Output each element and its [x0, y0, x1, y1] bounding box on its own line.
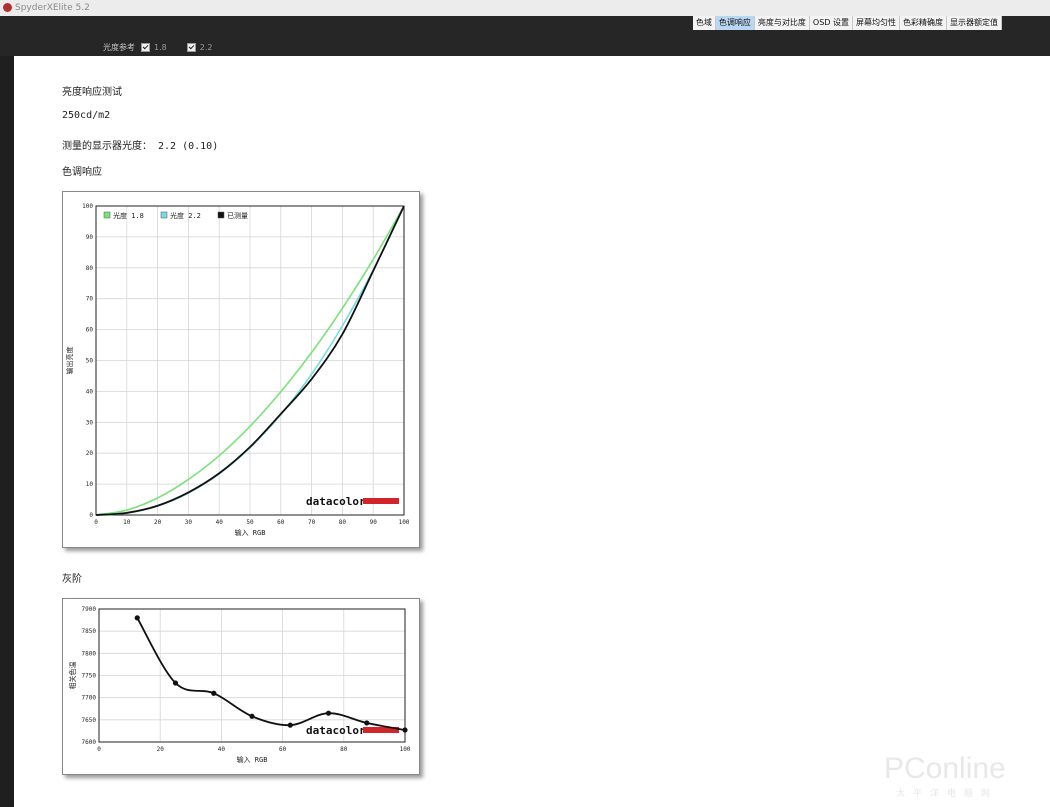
data-point	[325, 710, 332, 716]
y-tick-label: 7650	[82, 717, 97, 724]
tab-uniformity[interactable]: 屏幕均匀性	[853, 16, 900, 30]
tab-color-accuracy[interactable]: 色彩精确度	[900, 16, 947, 30]
legend-label: 光度 1.8	[113, 211, 144, 220]
grayscale-title: 灰阶	[62, 574, 82, 585]
y-tick-label: 70	[86, 296, 94, 303]
x-tick-label: 40	[218, 746, 226, 753]
datacolor-logo-bar	[363, 498, 399, 504]
gamma-2-label: 2.2	[199, 43, 213, 52]
data-point	[249, 713, 255, 719]
app-icon	[3, 3, 12, 12]
y-axis-label: 输出亮度	[65, 347, 74, 375]
y-tick-label: 0	[89, 512, 93, 519]
gamma-1-checkbox[interactable]	[141, 43, 150, 52]
luminance-value: 250cd/m2	[62, 110, 111, 121]
legend-swatch	[217, 211, 225, 219]
y-axis-label: 相关色温	[68, 662, 77, 690]
gamma-1-label: 1.8	[154, 43, 167, 52]
gamma-reference: 光度参考 1.8 2.2	[103, 42, 226, 53]
y-tick-label: 7900	[82, 606, 97, 613]
x-tick-label: 0	[97, 746, 101, 753]
gamma-reference-label: 光度参考	[103, 43, 135, 52]
y-tick-label: 90	[86, 234, 94, 241]
y-tick-label: 7600	[82, 739, 97, 746]
datacolor-logo: datacolor	[306, 724, 366, 737]
x-axis-label: 输入 RGB	[235, 528, 266, 537]
x-tick-label: 100	[399, 519, 410, 526]
legend-swatch	[160, 211, 168, 219]
legend-label: 已测量	[227, 212, 248, 220]
tab-monitor-rating[interactable]: 显示器额定值	[947, 16, 1002, 30]
tab-brightness-contrast[interactable]: 亮度与对比度	[755, 16, 810, 30]
watermark-subtitle: 太平洋电脑网	[896, 789, 999, 799]
y-tick-label: 100	[82, 203, 93, 210]
x-tick-label: 10	[123, 519, 131, 526]
watermark-logo: PConline	[884, 752, 1006, 785]
grayscale-chart: 0 20 40 60 80 100 7600 7650 7700 7750 7800 7850 7900…	[68, 606, 411, 764]
y-tick-label: 10	[86, 481, 94, 488]
tab-tone-response[interactable]: 色调响应	[715, 16, 755, 30]
x-tick-label: 30	[185, 519, 193, 526]
tab-osd-settings[interactable]: OSD 设置	[810, 16, 853, 30]
x-tick-label: 80	[339, 519, 347, 526]
x-tick-label: 90	[370, 519, 378, 526]
y-tick-label: 60	[86, 327, 94, 334]
x-tick-label: 0	[94, 519, 98, 526]
x-tick-label: 80	[340, 746, 348, 753]
report-tabs: 色域 色调响应 亮度与对比度 OSD 设置 屏幕均匀性 色彩精确度 显示器额定值	[692, 16, 1002, 30]
app-title: SpyderXElite 5.2	[15, 3, 90, 13]
y-tick-label: 20	[86, 450, 94, 457]
y-tick-label: 80	[86, 265, 94, 272]
grayscale-chart-box: 0 20 40 60 80 100 7600 7650 7700 7750 7800 7850 7900…	[62, 598, 420, 775]
x-tick-label: 20	[157, 746, 165, 753]
x-tick-label: 20	[154, 519, 162, 526]
tone-response-title: 色调响应	[62, 167, 102, 178]
legend-swatch	[103, 211, 111, 219]
data-point	[402, 727, 408, 733]
y-tick-label: 30	[86, 419, 94, 426]
x-tick-label: 100	[400, 746, 411, 753]
data-point	[287, 722, 293, 728]
legend-label: 光度 2.2	[170, 211, 201, 220]
x-tick-label: 60	[279, 746, 287, 753]
x-tick-label: 50	[246, 519, 254, 526]
tone-response-chart-box: 0 10 20 30 40 50 60 70 80 90 100 0 10 20 30 40 50 60 70 80 9…	[62, 191, 420, 548]
y-tick-label: 40	[86, 388, 94, 395]
x-tick-label: 70	[308, 519, 316, 526]
left-panel	[0, 56, 14, 807]
data-point	[134, 615, 140, 621]
y-tick-label: 7800	[82, 650, 97, 657]
tab-gamut[interactable]: 色域	[693, 16, 716, 30]
data-point	[211, 690, 217, 696]
tone-response-chart: 0 10 20 30 40 50 60 70 80 90 100 0 10 20 30 40 50 60 70 80 9…	[65, 203, 410, 537]
report-content: 亮度响应测试 250cd/m2 测量的显示器光度： 2.2 (0.10) 色调响…	[14, 56, 1050, 807]
datacolor-logo: datacolor	[306, 495, 366, 508]
x-axis-label: 输入 RGB	[237, 755, 268, 764]
report-heading: 亮度响应测试	[62, 87, 122, 98]
measured-gamma: 测量的显示器光度： 2.2 (0.10)	[62, 141, 219, 152]
y-tick-label: 7750	[82, 673, 97, 680]
x-tick-label: 40	[216, 519, 224, 526]
data-point	[364, 720, 370, 726]
y-tick-label: 7700	[82, 695, 97, 702]
y-tick-label: 50	[86, 358, 94, 365]
x-tick-label: 60	[277, 519, 285, 526]
toolbar: 色域 色调响应 亮度与对比度 OSD 设置 屏幕均匀性 色彩精确度 显示器额定值…	[0, 16, 1050, 56]
title-bar: SpyderXElite 5.2	[0, 0, 1050, 16]
data-point	[172, 680, 179, 686]
gamma-2-checkbox[interactable]	[186, 43, 196, 52]
y-tick-label: 7850	[82, 628, 97, 635]
